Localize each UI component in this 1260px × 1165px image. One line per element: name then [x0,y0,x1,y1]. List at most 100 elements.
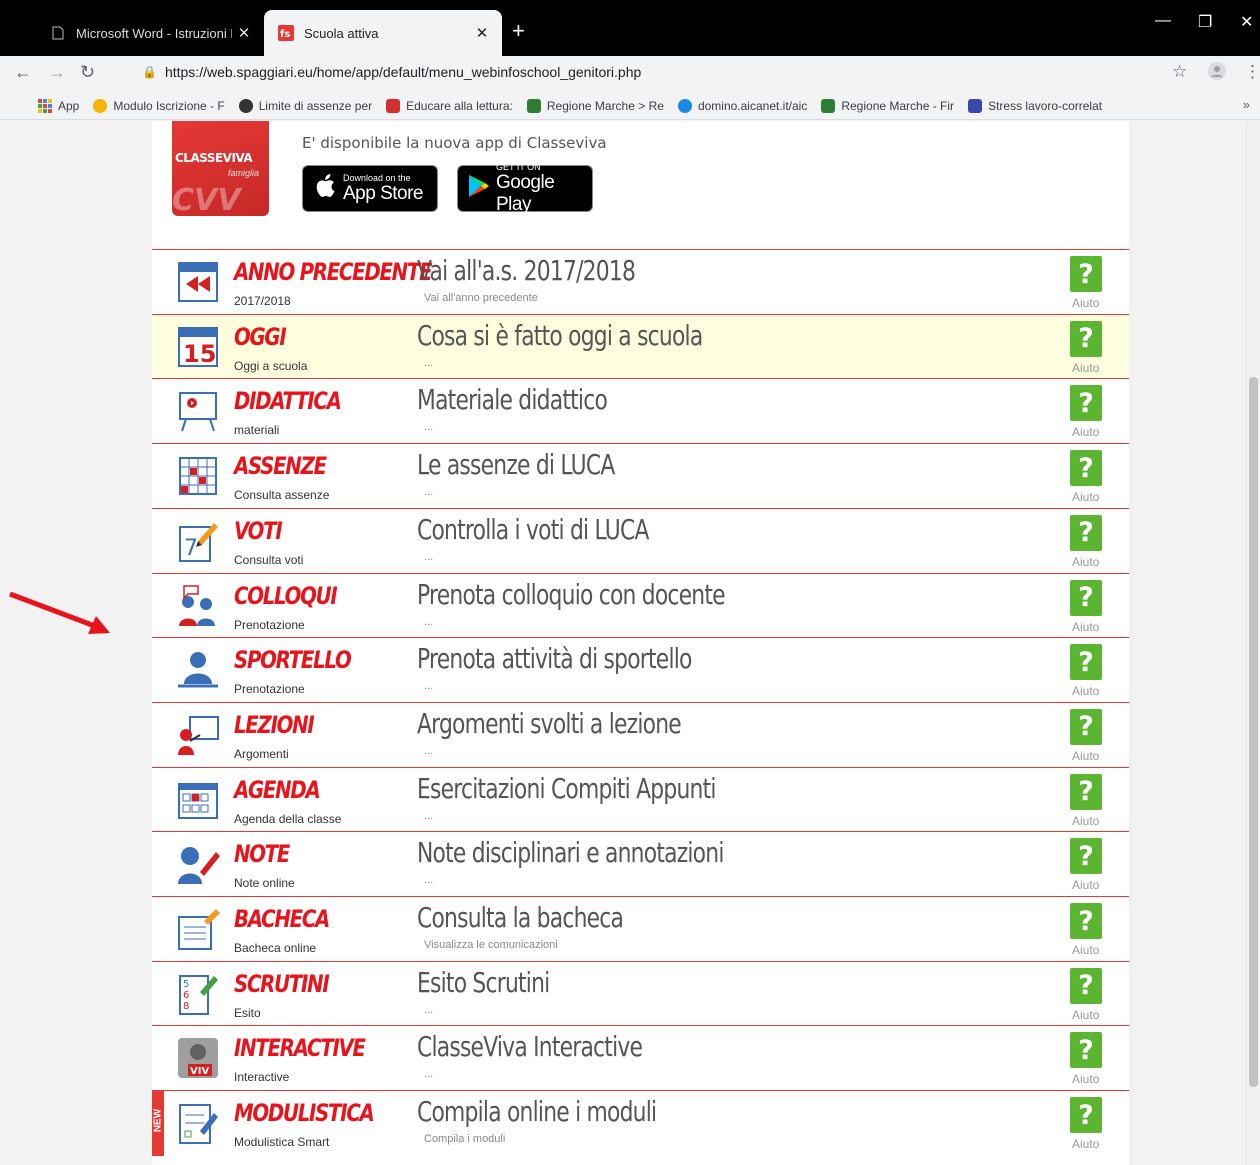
tab-scuola-attiva[interactable]: fs Scuola attiva ✕ [264,10,502,56]
help-label[interactable]: Aiuto [1072,1137,1099,1151]
menu-title[interactable]: BACHECA [234,905,330,933]
menu-kebab-icon[interactable]: ⋮ [1244,62,1260,82]
bookmark-stress-lavoro[interactable]: Stress lavoro-correlat [968,98,1102,113]
bookmark-star-icon[interactable]: ☆ [1172,62,1187,82]
bookmark-regione-marche-1[interactable]: Regione Marche > Re [526,98,664,113]
help-button[interactable]: ? [1070,514,1102,551]
help-label[interactable]: Aiuto [1072,878,1099,892]
tab-word-document[interactable]: Microsoft Word - Istruzioni Prenc ✕ [36,10,264,56]
menu-title[interactable]: MODULISTICA [234,1099,375,1127]
help-label[interactable]: Aiuto [1072,620,1099,634]
menu-description[interactable]: Consulta la bacheca [417,901,624,934]
menu-description[interactable]: ClasseViva Interactive [417,1030,643,1063]
menu-row-anno-precedente[interactable]: ANNO PRECEDENTE 2017/2018 Vai all'a.s. 201… [152,249,1129,314]
menu-row-modulistica[interactable]: NEW MODULISTICA Modulistica Smart Compila o… [152,1090,1129,1157]
help-button[interactable]: ? [1070,385,1102,422]
bookmark-domino-aicanet[interactable]: domino.aicanet.it/aic [677,98,807,113]
menu-row-assenze[interactable]: ASSENZE Consulta assenze Le assenze di LUC… [152,443,1129,509]
help-button[interactable]: ? [1070,1032,1102,1069]
help-label[interactable]: Aiuto [1072,555,1099,569]
menu-title[interactable]: SPORTELLO [234,646,352,674]
menu-title[interactable]: LEZIONI [234,711,315,739]
help-label[interactable]: Aiuto [1072,684,1099,698]
menu-detail: ... [424,744,434,757]
app-store-button[interactable]: Download on the App Store [302,165,438,212]
menu-title[interactable]: COLLOQUI [234,582,338,610]
menu-description[interactable]: Cosa si è fatto oggi a scuola [417,319,703,352]
menu-title[interactable]: OGGI [234,323,287,351]
bookmark-regione-marche-2[interactable]: Regione Marche - Fir [821,98,954,113]
menu-description[interactable]: Vai all'a.s. 2017/2018 [417,254,636,287]
menu-row-note[interactable]: NOTE Note online Note disciplinari e annot… [152,831,1129,897]
close-tab-icon[interactable]: ✕ [232,24,256,42]
help-button[interactable]: ? [1070,838,1102,875]
help-label[interactable]: Aiuto [1072,490,1099,504]
help-button[interactable]: ? [1070,1097,1102,1134]
restore-icon[interactable]: ❐ [1198,12,1212,32]
help-label[interactable]: Aiuto [1072,943,1099,957]
menu-row-oggi[interactable]: 15 OGGI Oggi a scuola Cosa si è fatto oggi … [152,313,1129,379]
help-button[interactable]: ? [1070,708,1102,745]
menu-description[interactable]: Compila online i moduli [417,1095,657,1128]
svg-text:6: 6 [183,990,189,1001]
bookmark-educare-lettura[interactable]: Educare alla lettura: [386,98,513,113]
menu-row-sportello[interactable]: SPORTELLO Prenotazione Prenota attività di… [152,637,1129,703]
menu-row-lezioni[interactable]: LEZIONI Argomenti Argomenti svolti a lezio… [152,701,1129,767]
menu-description[interactable]: Le assenze di LUCA [417,448,615,481]
menu-title[interactable]: DIDATTICA [234,387,342,415]
help-label[interactable]: Aiuto [1072,749,1099,763]
bookmark-apps[interactable]: App [38,98,79,113]
menu-title[interactable]: ASSENZE [234,452,327,480]
back-icon[interactable]: ← [14,62,32,83]
menu-description[interactable]: Argomenti svolti a lezione [417,707,682,740]
bookmark-modulo-iscrizione[interactable]: Modulo Iscrizione - F [93,98,225,113]
help-label[interactable]: Aiuto [1072,1008,1099,1022]
menu-row-colloqui[interactable]: COLLOQUI Prenotazione Prenota colloquio co… [152,572,1129,638]
menu-title[interactable]: AGENDA [234,776,321,804]
help-button[interactable]: ? [1070,967,1102,1004]
menu-description[interactable]: Esercitazioni Compiti Appunti [417,772,716,805]
help-button[interactable]: ? [1070,644,1102,681]
forward-icon[interactable]: → [48,62,66,83]
minimize-icon[interactable]: — [1155,12,1171,30]
help-button[interactable]: ? [1070,903,1102,939]
menu-title[interactable]: ANNO PRECEDENTE [234,258,433,286]
help-label[interactable]: Aiuto [1072,296,1099,310]
help-label[interactable]: Aiuto [1072,1072,1099,1086]
close-tab-icon[interactable]: ✕ [470,24,494,42]
url-field[interactable]: 🔒 https://web.spaggiari.eu/home/app/defa… [132,58,1167,86]
menu-row-didattica[interactable]: DIDATTICA materiali Materiale didattico...… [152,378,1129,444]
help-button[interactable]: ? [1070,320,1102,357]
help-label[interactable]: Aiuto [1072,814,1099,828]
menu-row-interactive[interactable]: VIV INTERACTIVE Interactive ClasseViva Inte… [152,1025,1129,1091]
menu-description[interactable]: Controlla i voti di LUCA [417,513,649,546]
menu-row-voti[interactable]: 7 VOTI Consulta voti Controlla i voti di LU… [152,507,1129,573]
close-window-icon[interactable]: ✕ [1240,12,1253,32]
help-label[interactable]: Aiuto [1072,361,1099,375]
menu-description[interactable]: Materiale didattico [417,383,608,416]
menu-row-scrutini[interactable]: 5 6 8 SCRUTINI Esito Esito Scrutini...? Aiuto [152,960,1129,1026]
bookmarks-overflow-button[interactable]: » [1243,97,1250,112]
page-scrollbar[interactable] [1246,121,1260,1165]
reload-icon[interactable]: ↻ [80,62,95,83]
menu-row-agenda[interactable]: AGENDA Agenda della classe Esercitazioni C… [152,766,1129,832]
help-label[interactable]: Aiuto [1072,425,1099,439]
help-button[interactable]: ? [1070,256,1102,292]
profile-avatar-icon[interactable] [1208,62,1226,85]
menu-description[interactable]: Prenota colloquio con docente [417,578,726,611]
menu-title[interactable]: NOTE [234,840,290,868]
menu-description[interactable]: Note disciplinari e annotazioni [417,836,724,869]
help-button[interactable]: ? [1070,450,1102,487]
bookmark-limite-assenze[interactable]: Limite di assenze per [238,98,372,113]
google-play-button[interactable]: GET IT ON Google Play [457,162,593,215]
menu-title[interactable]: INTERACTIVE [234,1034,366,1062]
menu-title[interactable]: VOTI [234,517,283,545]
menu-row-bacheca[interactable]: BACHECA Bacheca online Consulta la bacheca… [152,896,1129,961]
scrollbar-thumb[interactable] [1249,377,1258,1087]
help-button[interactable]: ? [1070,579,1102,616]
menu-description[interactable]: Esito Scrutini [417,966,550,999]
menu-title[interactable]: SCRUTINI [234,970,330,998]
help-button[interactable]: ? [1070,773,1102,810]
menu-description[interactable]: Prenota attività di sportello [417,642,692,675]
new-tab-button[interactable]: + [512,18,525,44]
